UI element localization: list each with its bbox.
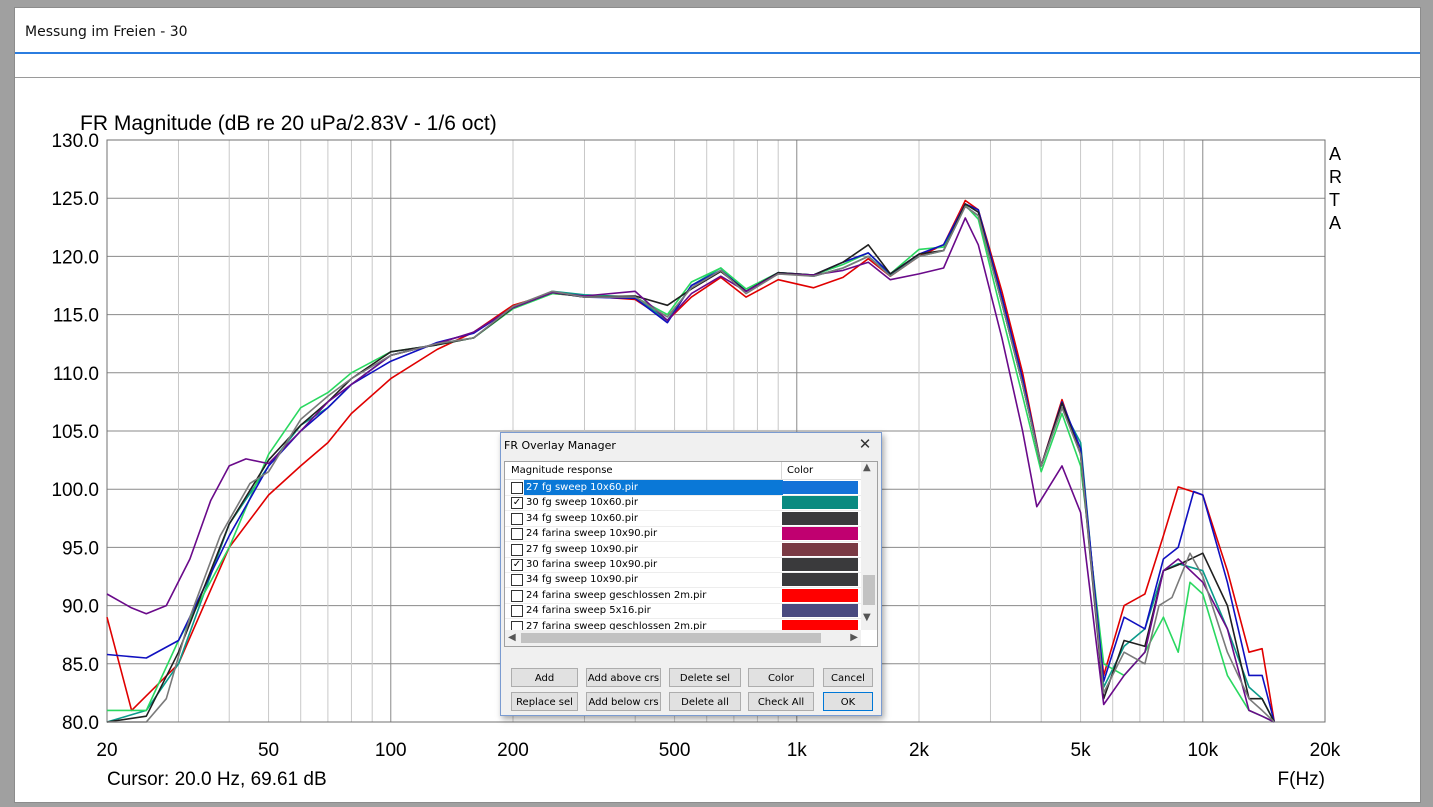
overlay-color-swatch[interactable]: [782, 558, 858, 571]
ok-button[interactable]: OK: [823, 692, 873, 711]
overlay-name: 27 fg sweep 10x90.pir: [526, 543, 638, 555]
horizontal-scroll-thumb[interactable]: [521, 633, 821, 643]
overlay-name: 34 fg sweep 10x90.pir: [526, 574, 638, 586]
overlay-name: 27 farina sweep geschlossen 2m.pir: [526, 620, 707, 630]
x-tick-label: 100: [375, 740, 407, 761]
y-tick-label: 105.0: [51, 422, 99, 443]
horizontal-scrollbar[interactable]: ◀ ▶: [505, 630, 861, 646]
y-tick-label: 100.0: [51, 480, 99, 501]
overlay-color-swatch[interactable]: [782, 496, 858, 510]
dialog-title: FR Overlay Manager: [504, 439, 616, 452]
x-tick-label: 1k: [787, 740, 808, 761]
delete-all-button[interactable]: Delete all: [669, 692, 741, 711]
overlay-row[interactable]: 27 fg sweep 10x60.pir: [505, 480, 861, 496]
overlay-name: 30 farina sweep 10x90.pir: [526, 559, 658, 570]
overlay-checkbox[interactable]: [511, 589, 523, 602]
overlay-row[interactable]: 27 farina sweep geschlossen 2m.pir: [505, 619, 861, 630]
add-above-cursor-button[interactable]: Add above crs: [586, 668, 661, 687]
scroll-down-icon[interactable]: ▼: [863, 612, 871, 623]
watermark-letter: A: [1329, 213, 1341, 233]
overlay-color-swatch[interactable]: [782, 604, 858, 618]
x-tick-label: 20k: [1310, 740, 1341, 761]
overlay-checkbox[interactable]: [511, 574, 523, 587]
y-tick-label: 90.0: [62, 597, 99, 618]
overlay-name: 30 fg sweep 10x60.pir: [526, 497, 638, 509]
overlay-row[interactable]: 24 farina sweep geschlossen 2m.pir: [505, 588, 861, 604]
overlay-name: 24 farina sweep 5x16.pir: [526, 605, 651, 617]
x-tick-label: 500: [659, 740, 691, 761]
watermark-letter: A: [1329, 144, 1341, 164]
arta-watermark: ARTA: [1329, 144, 1342, 233]
list-header: Magnitude response Color: [505, 462, 861, 480]
overlay-row[interactable]: 24 farina sweep 10x90.pir: [505, 526, 861, 543]
overlay-color-swatch[interactable]: [782, 588, 858, 602]
x-tick-label: 50: [258, 740, 279, 761]
y-tick-label: 85.0: [62, 655, 99, 676]
x-tick-label: 5k: [1071, 740, 1092, 761]
color-button[interactable]: Color: [748, 668, 814, 687]
vertical-scroll-thumb[interactable]: [863, 575, 875, 605]
overlay-checkbox[interactable]: [511, 512, 523, 525]
overlay-row[interactable]: 34 fg sweep 10x60.pir: [505, 511, 861, 527]
overlay-checkbox[interactable]: [511, 605, 523, 618]
overlay-name: 24 farina sweep 10x90.pir: [526, 528, 658, 540]
chart-title: FR Magnitude (dB re 20 uPa/2.83V - 1/6 o…: [80, 112, 497, 135]
overlay-checkbox[interactable]: [511, 543, 523, 556]
overlay-checkbox[interactable]: ✓: [511, 497, 523, 510]
x-tick-label: 2k: [909, 740, 930, 761]
x-tick-label: 200: [497, 740, 529, 761]
close-icon[interactable]: ✕: [857, 435, 873, 453]
y-tick-label: 95.0: [62, 538, 99, 559]
overlay-row[interactable]: ✓ 30 farina sweep 10x90.pir: [505, 557, 861, 573]
overlay-color-swatch[interactable]: [782, 527, 858, 541]
overlay-row[interactable]: 27 fg sweep 10x90.pir: [505, 542, 861, 558]
overlay-row[interactable]: ✓ 30 fg sweep 10x60.pir: [505, 495, 861, 512]
watermark-letter: T: [1329, 190, 1340, 210]
overlay-color-swatch[interactable]: [782, 481, 858, 494]
overlay-row[interactable]: 34 fg sweep 10x90.pir: [505, 572, 861, 589]
watermark-letter: R: [1329, 167, 1342, 187]
cancel-button[interactable]: Cancel: [823, 668, 873, 687]
y-tick-label: 130.0: [51, 131, 99, 152]
overlay-color-swatch[interactable]: [782, 511, 858, 525]
add-button[interactable]: Add: [511, 668, 578, 687]
scroll-left-icon[interactable]: ◀: [508, 632, 516, 643]
x-tick-label: 20: [96, 740, 117, 761]
overlay-rows: 27 fg sweep 10x60.pir ✓ 30 fg sweep 10x60.…: [505, 480, 861, 630]
x-tick-label: 10k: [1187, 740, 1218, 761]
column-header-color[interactable]: Color: [787, 465, 813, 476]
overlay-name: 24 farina sweep geschlossen 2m.pir: [526, 589, 707, 601]
column-header-name[interactable]: Magnitude response: [511, 465, 613, 476]
y-tick-label: 80.0: [62, 713, 99, 734]
cursor-readout: Cursor: 20.0 Hz, 69.61 dB: [107, 769, 327, 790]
delete-selected-button[interactable]: Delete sel: [669, 668, 741, 687]
scroll-up-icon[interactable]: ▲: [863, 462, 871, 473]
scroll-right-icon[interactable]: ▶: [850, 632, 858, 643]
replace-selected-button[interactable]: Replace sel: [511, 692, 578, 711]
vertical-scrollbar[interactable]: ▲ ▼: [861, 462, 877, 630]
overlay-checkbox[interactable]: [511, 620, 523, 630]
overlay-checkbox[interactable]: [511, 528, 523, 541]
overlay-name: 34 fg sweep 10x60.pir: [526, 512, 638, 524]
overlay-color-swatch[interactable]: [782, 542, 858, 556]
x-axis-label: F(Hz): [1278, 769, 1325, 790]
overlay-color-swatch[interactable]: [782, 619, 858, 630]
overlay-checkbox[interactable]: [511, 482, 523, 494]
overlay-row[interactable]: 24 farina sweep 5x16.pir: [505, 603, 861, 620]
column-divider[interactable]: [781, 462, 782, 479]
add-below-cursor-button[interactable]: Add below crs: [586, 692, 661, 711]
overlay-checkbox[interactable]: ✓: [511, 559, 523, 571]
y-tick-label: 110.0: [53, 364, 99, 385]
check-all-button[interactable]: Check All: [748, 692, 814, 711]
overlay-list[interactable]: Magnitude response Color 27 fg sweep 10x…: [504, 461, 878, 647]
y-tick-label: 120.0: [51, 247, 99, 268]
y-tick-label: 125.0: [51, 189, 99, 210]
overlay-color-swatch[interactable]: [782, 573, 858, 587]
fr-overlay-manager-dialog: FR Overlay Manager ✕ Magnitude response …: [500, 432, 882, 716]
overlay-name: 27 fg sweep 10x60.pir: [524, 480, 783, 495]
y-tick-label: 115.0: [53, 306, 99, 327]
